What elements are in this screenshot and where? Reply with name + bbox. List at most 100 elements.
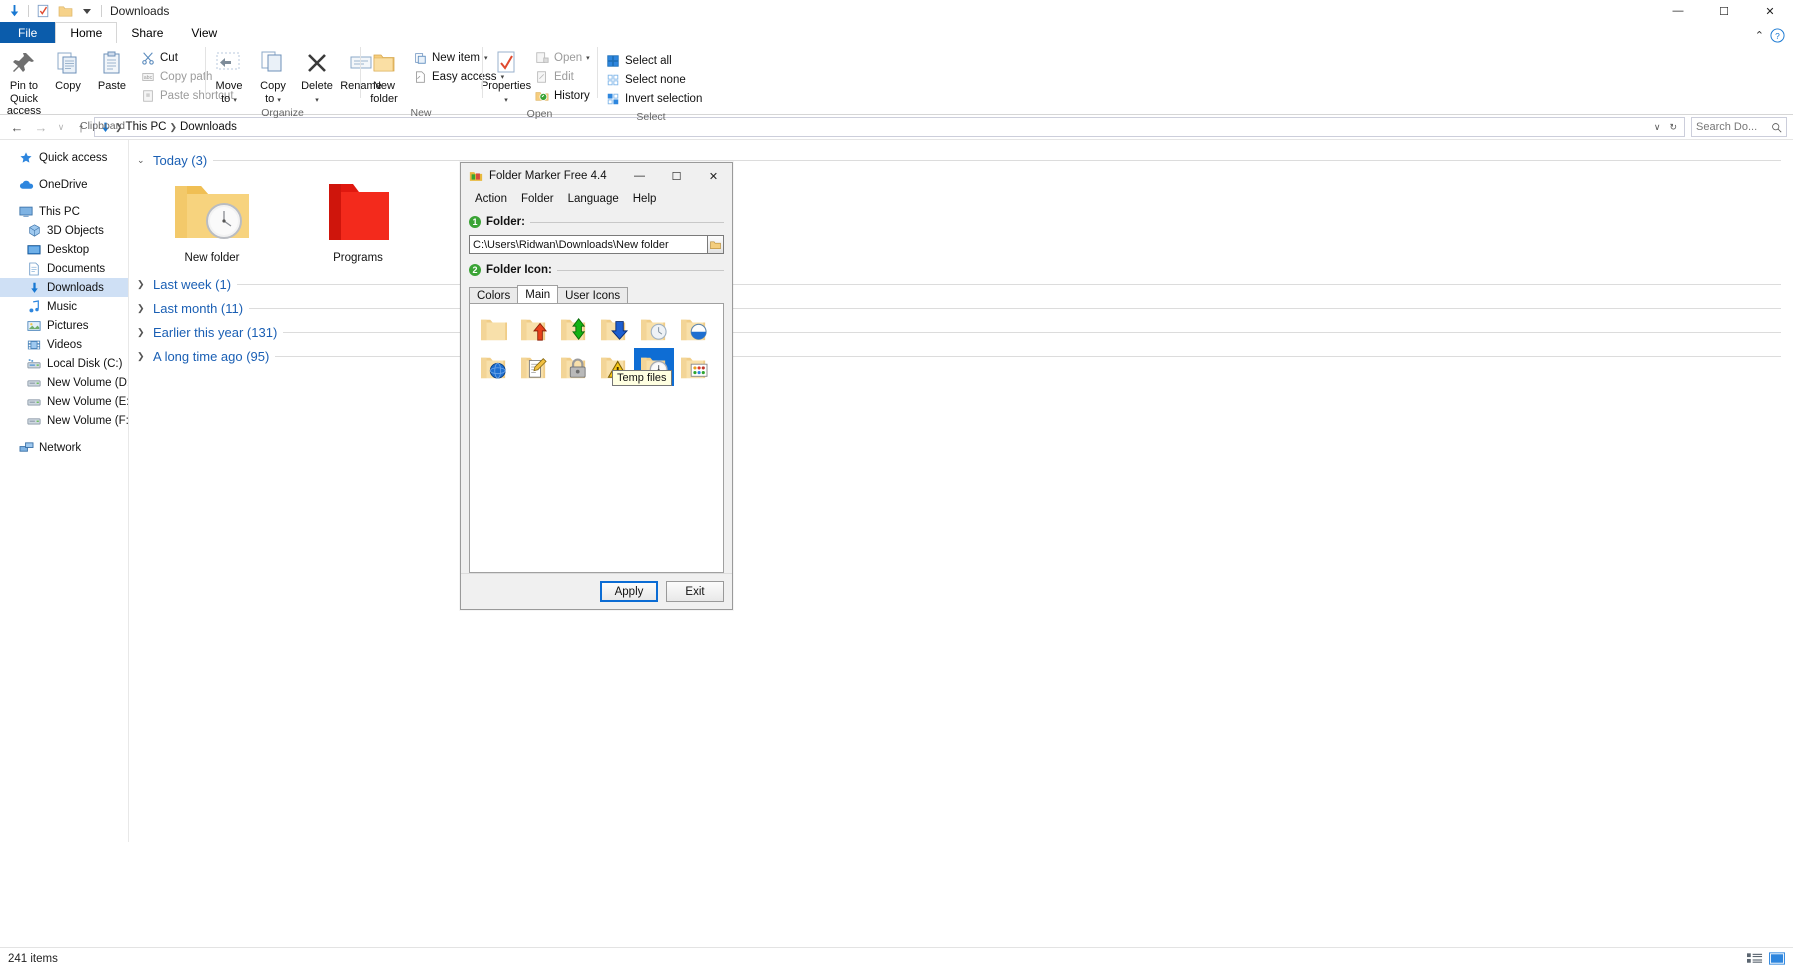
select-all-button[interactable]: Select all <box>601 52 706 70</box>
sidebar-item-network[interactable]: Network <box>0 438 128 457</box>
copy-button[interactable]: Copy <box>46 46 90 95</box>
group-header-label: Last week (1) <box>153 276 232 292</box>
move-to-button[interactable]: Move to ▾ <box>207 46 251 107</box>
copy-to-button[interactable]: Copy to ▾ <box>251 46 295 107</box>
sidebar-item-videos[interactable]: Videos <box>0 335 128 354</box>
sidebar-item-new-volume-e[interactable]: New Volume (E:) <box>0 392 128 411</box>
open-button[interactable]: Open ▾ <box>530 49 594 67</box>
chevron-right-icon[interactable]: ❯ <box>137 303 147 314</box>
menu-language[interactable]: Language <box>561 193 626 205</box>
group-header-last-month[interactable]: ❯ Last month (11) <box>129 298 1793 318</box>
sidebar-item-this-pc[interactable]: This PC <box>0 202 128 221</box>
sidebar-item-3d-objects[interactable]: 3D Objects <box>0 221 128 240</box>
icon-folder-blue-sphere[interactable] <box>474 348 514 386</box>
history-button[interactable]: History <box>530 87 594 105</box>
tab-share[interactable]: Share <box>117 22 177 43</box>
dialog-title-bar[interactable]: Folder Marker Free 4.4 — ☐ ✕ <box>461 163 732 189</box>
collapse-ribbon-icon[interactable]: ⌃ <box>1755 29 1764 42</box>
icon-folder-half-blue-circle[interactable] <box>674 310 714 348</box>
group-header-last-week[interactable]: ❯ Last week (1) <box>129 274 1793 294</box>
exit-button[interactable]: Exit <box>666 581 724 602</box>
chevron-down-icon[interactable]: ▾ <box>586 54 590 62</box>
tab-home[interactable]: Home <box>55 22 118 43</box>
icon-folder-green-updown-arrow[interactable] <box>554 310 594 348</box>
invert-selection-button[interactable]: Invert selection <box>601 90 706 108</box>
sidebar-item-downloads[interactable]: Downloads <box>0 278 128 297</box>
menu-help[interactable]: Help <box>626 193 664 205</box>
icon-folder-blue-down-arrow[interactable] <box>594 310 634 348</box>
svg-text:?: ? <box>1775 31 1780 41</box>
help-icon[interactable]: ? <box>1770 28 1785 43</box>
chevron-right-icon[interactable]: ❯ <box>137 351 147 362</box>
select-none-button[interactable]: Select none <box>601 71 706 89</box>
tab-user-icons[interactable]: User Icons <box>557 287 629 303</box>
sidebar-item-desktop[interactable]: Desktop <box>0 240 128 259</box>
tab-main[interactable]: Main <box>517 285 559 303</box>
icon-folder-colored-dots[interactable] <box>674 348 714 386</box>
details-view-icon[interactable] <box>1747 952 1763 965</box>
ribbon-tab-strip[interactable]: File Home Share View ⌃ ? <box>0 22 1793 43</box>
sidebar-item-music[interactable]: Music <box>0 297 128 316</box>
sidebar-item-documents[interactable]: Documents <box>0 259 128 278</box>
group-header-today[interactable]: ⌄ Today (3) <box>129 150 1793 170</box>
quick-access-toolbar[interactable] <box>6 3 102 19</box>
address-dropdown-icon[interactable]: ∨ <box>1651 122 1664 133</box>
apply-button[interactable]: Apply <box>600 581 658 602</box>
tab-view[interactable]: View <box>177 22 231 43</box>
chevron-right-icon[interactable]: ❯ <box>137 279 147 290</box>
tab-file[interactable]: File <box>0 22 56 43</box>
menu-folder[interactable]: Folder <box>514 193 561 205</box>
folder-path-input[interactable] <box>469 235 708 254</box>
refresh-icon[interactable]: ↻ <box>1666 122 1680 133</box>
icon-folder-plain[interactable] <box>474 310 514 348</box>
maximize-button[interactable]: ☐ <box>1701 0 1747 22</box>
tab-colors[interactable]: Colors <box>469 287 519 303</box>
icon-folder-red-up-arrow[interactable] <box>514 310 554 348</box>
download-arrow-icon[interactable] <box>6 3 22 19</box>
icon-tabs[interactable]: Colors Main User Icons <box>469 285 724 303</box>
close-button[interactable]: ✕ <box>1747 0 1793 22</box>
icon-folder-document-pencil[interactable] <box>514 348 554 386</box>
navigation-pane[interactable]: Quick access OneDrive This PC 3D Objects <box>0 140 129 842</box>
icon-folder-padlock[interactable] <box>554 348 594 386</box>
group-header-earlier-this-year[interactable]: ❯ Earlier this year (131) <box>129 322 1793 342</box>
paste-button[interactable]: Paste <box>90 46 134 95</box>
file-list-pane[interactable]: ⌄ Today (3) New folder Programs ❯ Last w… <box>129 140 1793 842</box>
pin-to-quick-access-button[interactable]: Pin to Quick access <box>2 46 46 120</box>
window-controls[interactable]: — ☐ ✕ <box>1655 0 1793 22</box>
icon-folder-clock-pale[interactable] <box>634 310 674 348</box>
group-header-a-long-time-ago[interactable]: ❯ A long time ago (95) <box>129 346 1793 366</box>
dialog-close-button[interactable]: ✕ <box>695 163 732 189</box>
new-folder-icon[interactable] <box>57 3 73 19</box>
folder-path-row <box>469 235 724 254</box>
chevron-right-icon[interactable]: ❯ <box>137 327 147 338</box>
sidebar-item-pictures[interactable]: Pictures <box>0 316 128 335</box>
icon-grid[interactable] <box>474 310 719 386</box>
sidebar-item-quick-access[interactable]: Quick access <box>0 148 128 167</box>
folder-marker-dialog[interactable]: Folder Marker Free 4.4 — ☐ ✕ Action Fold… <box>460 162 733 610</box>
list-item[interactable]: New folder <box>165 176 259 264</box>
search-icon[interactable] <box>1771 122 1782 133</box>
chevron-down-icon[interactable]: ⌄ <box>137 155 147 166</box>
sidebar-item-new-volume-f[interactable]: New Volume (F:) <box>0 411 128 430</box>
sidebar-item-local-disk-c[interactable]: Local Disk (C:) <box>0 354 128 373</box>
dialog-maximize-button[interactable]: ☐ <box>658 163 695 189</box>
search-input[interactable]: Search Do... <box>1691 117 1787 137</box>
sidebar-item-onedrive[interactable]: OneDrive <box>0 175 128 194</box>
delete-button[interactable]: Delete ▾ <box>295 46 339 107</box>
large-icons-view-icon[interactable] <box>1769 952 1785 965</box>
dialog-menu-bar[interactable]: Action Folder Language Help <box>461 189 732 208</box>
new-folder-button[interactable]: New folder <box>362 46 406 107</box>
customize-chevron-icon[interactable] <box>79 3 95 19</box>
browse-folder-button[interactable] <box>708 235 724 254</box>
properties-check-icon[interactable] <box>35 3 51 19</box>
sidebar-item-new-volume-d[interactable]: New Volume (D:) <box>0 373 128 392</box>
dialog-footer: Apply Exit <box>461 573 732 609</box>
edit-button[interactable]: Edit <box>530 68 594 86</box>
menu-action[interactable]: Action <box>468 193 514 205</box>
dialog-minimize-button[interactable]: — <box>621 163 658 189</box>
icon-grid-panel[interactable]: Temp files <box>469 303 724 573</box>
list-item[interactable]: Programs <box>311 176 405 264</box>
minimize-button[interactable]: — <box>1655 0 1701 22</box>
properties-button[interactable]: Properties ▾ <box>481 46 531 107</box>
